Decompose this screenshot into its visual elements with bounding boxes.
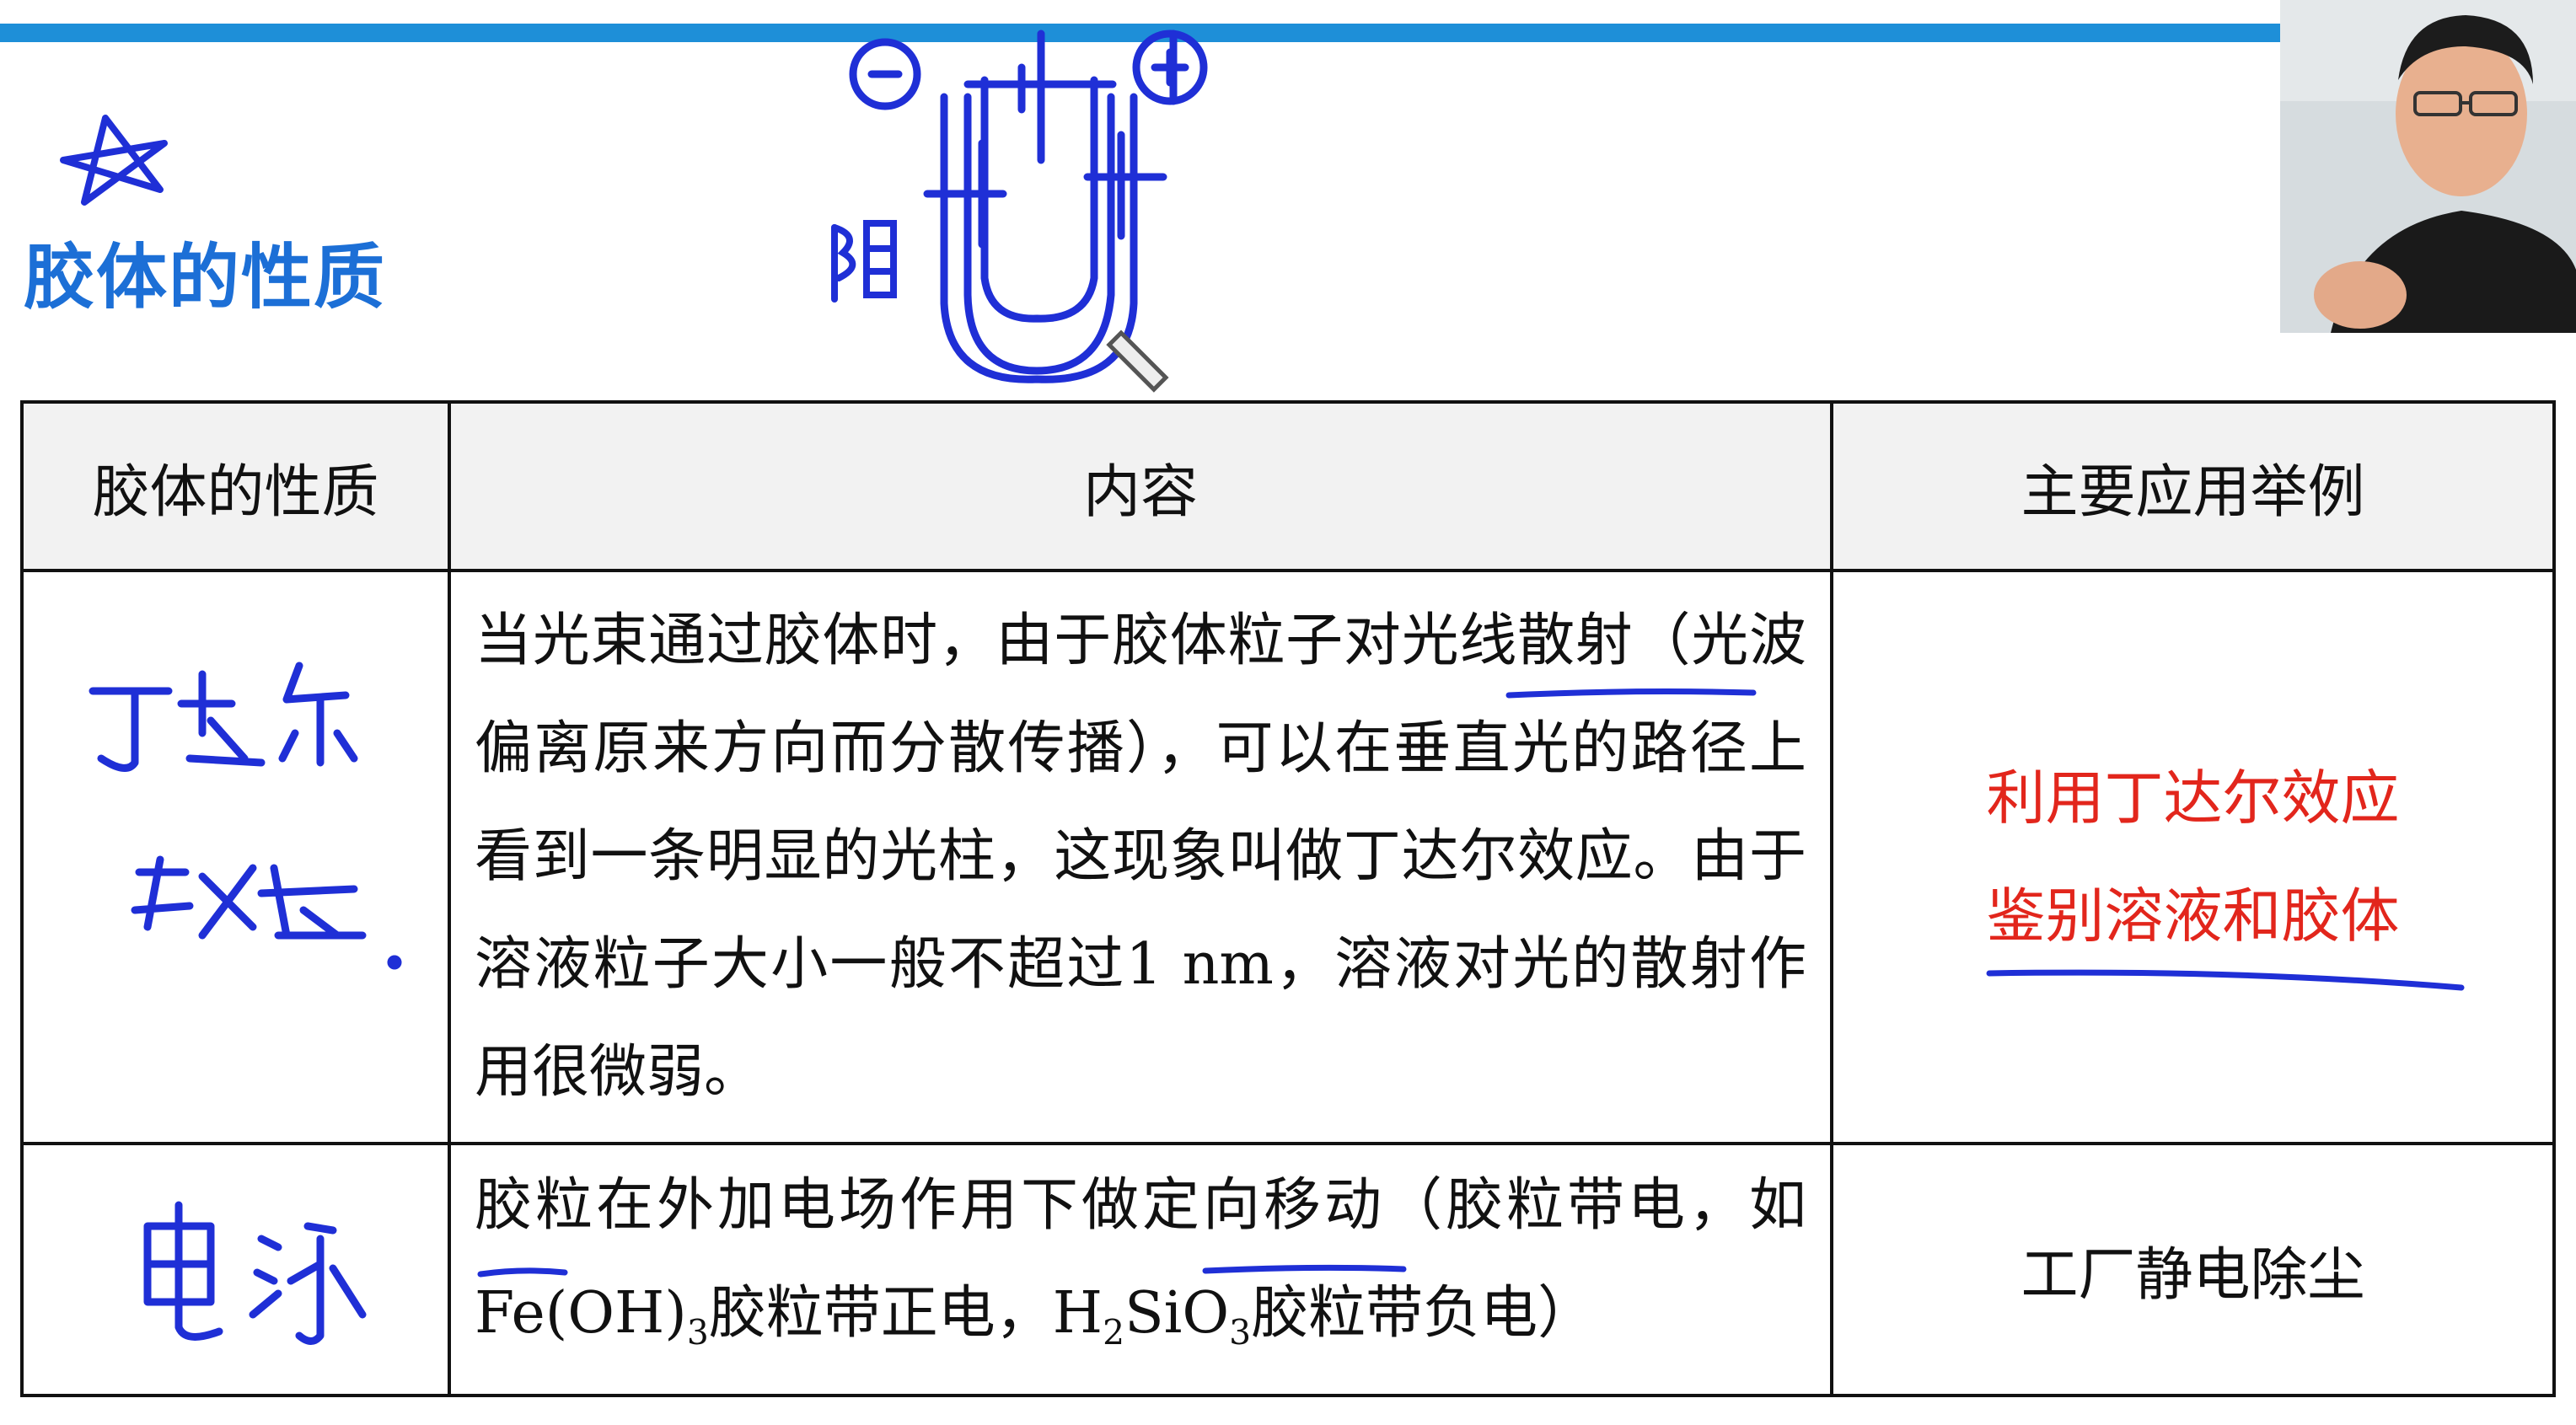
colloid-properties-table: 胶体的性质 内容 主要应用举例 当光束通过胶体时，由于胶体粒子对光线散射（光波偏… — [20, 400, 2556, 1397]
anode-label-handwriting — [831, 220, 897, 303]
application-line: 鉴别溶液和胶体 — [1986, 881, 2400, 951]
application-line: 利用丁达尔效应 — [1986, 763, 2400, 833]
formula-iron-hydroxide: Fe(OH)3 — [475, 1280, 709, 1353]
presenter-webcam — [2280, 0, 2576, 333]
application-cell-electrophoresis: 工厂静电除尘 — [1830, 1142, 2556, 1397]
header-application: 主要应用举例 — [1830, 400, 2556, 572]
header-accent-bar — [0, 24, 2284, 42]
presenter-figure — [2280, 0, 2576, 333]
table-row: 胶粒在外加电场作用下做定向移动（胶粒带电，如Fe(OH)3胶粒带正电，H2SiO… — [20, 1142, 2556, 1397]
content-cell-electrophoresis: 胶粒在外加电场作用下做定向移动（胶粒带电，如Fe(OH)3胶粒带正电，H2SiO… — [448, 1142, 1833, 1397]
tyndall-size-value: 1 nm — [1125, 931, 1274, 998]
pen-cursor-icon — [1106, 329, 1169, 393]
star-icon — [60, 115, 168, 206]
property-cell-tyndall — [20, 569, 451, 1145]
application-cell-tyndall: 利用丁达尔效应 鉴别溶液和胶体 — [1830, 569, 2556, 1145]
table-header-row: 胶体的性质 内容 主要应用举例 — [20, 400, 2556, 572]
header-content: 内容 — [448, 400, 1833, 572]
property-cell-electrophoresis — [20, 1142, 451, 1397]
header-property: 胶体的性质 — [20, 400, 451, 572]
content-cell-tyndall: 当光束通过胶体时，由于胶体粒子对光线散射（光波偏离原来方向而分散传播），可以在垂… — [448, 569, 1833, 1145]
top-strip — [0, 0, 2284, 19]
u-tube-drawing — [849, 29, 1208, 383]
slide-title: 胶体的性质 — [24, 236, 387, 319]
table-row: 当光束通过胶体时，由于胶体粒子对光线散射（光波偏离原来方向而分散传播），可以在垂… — [20, 569, 2556, 1145]
formula-silicic-acid: H2SiO3 — [1052, 1280, 1252, 1353]
